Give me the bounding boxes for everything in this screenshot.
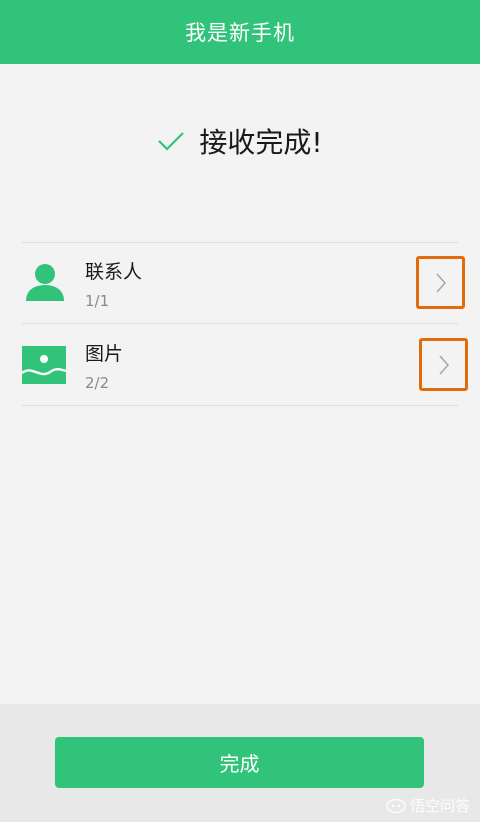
contacts-chevron-button[interactable] [416,256,465,309]
item-count: 1/1 [85,292,110,310]
receive-status: 接收完成! [0,118,480,164]
photos-chevron-button[interactable] [419,338,468,391]
watermark: 悟空问答 [386,795,470,816]
checkmark-icon [157,128,187,154]
watermark-text: 悟空问答 [409,797,470,815]
list-divider [22,405,458,406]
list-item-contacts[interactable]: 联系人 1/1 [22,243,458,324]
list-item-photos[interactable]: 图片 2/2 [22,324,458,405]
done-button[interactable]: 完成 [55,737,424,788]
person-icon [22,263,68,303]
item-title: 联系人 [85,261,143,283]
item-title: 图片 [85,343,124,365]
chevron-right-icon [438,354,449,375]
chevron-right-icon [435,272,446,293]
page-title: 我是新手机 [185,21,295,45]
title-bar: 我是新手机 [0,0,480,64]
status-text: 接收完成! [199,126,323,159]
chat-bubble-icon [386,798,406,813]
item-count: 2/2 [85,374,110,392]
image-icon [22,346,66,384]
